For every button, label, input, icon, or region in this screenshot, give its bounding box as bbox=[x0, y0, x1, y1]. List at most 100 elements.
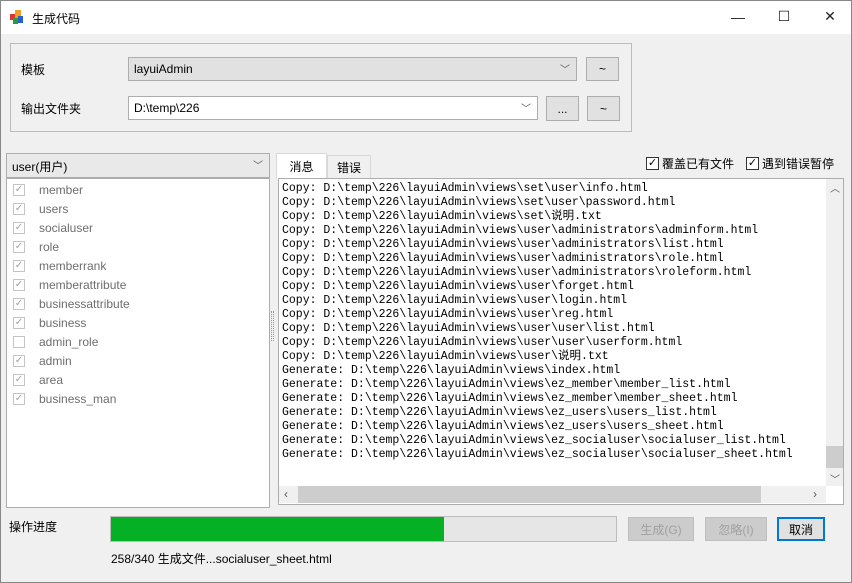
output-extra-button[interactable]: ~ bbox=[587, 96, 620, 121]
vertical-scrollbar[interactable]: ︿ ﹀ bbox=[826, 179, 843, 486]
window-title: 生成代码 bbox=[32, 12, 81, 26]
log-line: Copy: D:\temp\226\layuiAdmin\views\user\… bbox=[282, 280, 634, 293]
app-icon bbox=[10, 10, 23, 24]
table-name: admin bbox=[39, 353, 72, 368]
checkbox[interactable]: ✓ bbox=[13, 278, 25, 291]
message-log[interactable]: ︿ ﹀ ‹ › Copy: D:\temp\226\layuiAdmin\vie… bbox=[278, 178, 844, 505]
output-folder-combo[interactable]: D:\temp\226 ﹀ bbox=[128, 96, 538, 120]
table-group-combo[interactable]: user(用户) ﹀ bbox=[6, 153, 270, 178]
tab-errors[interactable]: 错误 bbox=[327, 155, 371, 178]
table-name: memberattribute bbox=[39, 277, 127, 292]
log-line: Copy: D:\temp\226\layuiAdmin\views\user\… bbox=[282, 252, 724, 265]
pause-on-error-label: 遇到错误暂停 bbox=[762, 157, 835, 171]
checkbox[interactable]: ✓ bbox=[13, 297, 25, 310]
template-label: 模板 bbox=[21, 63, 46, 77]
log-line: Copy: D:\temp\226\layuiAdmin\views\user\… bbox=[282, 294, 628, 307]
template-value: layuiAdmin bbox=[134, 62, 193, 76]
table-checklist[interactable]: ✓ member ✓ users ✓ socialuser ✓ role ✓ memberrank… bbox=[6, 178, 270, 508]
table-name: business_man bbox=[39, 391, 117, 406]
log-line: Copy: D:\temp\226\layuiAdmin\views\set\u… bbox=[282, 182, 648, 195]
template-combo[interactable]: layuiAdmin ﹀ bbox=[128, 57, 577, 81]
table-item[interactable]: ✓ area bbox=[13, 370, 63, 389]
table-item[interactable]: ✓ memberrank bbox=[13, 256, 106, 275]
pause-on-error-checkbox[interactable]: ✓ 遇到错误暂停 bbox=[746, 155, 834, 172]
checkbox[interactable]: ✓ bbox=[13, 354, 25, 367]
table-item[interactable]: ✓ socialuser bbox=[13, 218, 93, 237]
checkbox[interactable]: ✓ bbox=[13, 392, 25, 405]
log-line: Copy: D:\temp\226\layuiAdmin\views\set\u… bbox=[282, 196, 676, 209]
check-icon: ✓ bbox=[646, 157, 659, 170]
table-item[interactable]: ✓ memberattribute bbox=[13, 275, 126, 294]
cancel-button[interactable]: 取消 bbox=[777, 517, 825, 541]
progress-status: 258/340 生成文件...socialuser_sheet.html bbox=[111, 552, 332, 566]
log-line: Generate: D:\temp\226\layuiAdmin\views\e… bbox=[282, 378, 731, 391]
horizontal-scrollbar[interactable]: ‹ › bbox=[279, 486, 826, 503]
checkbox[interactable]: ✓ bbox=[13, 221, 25, 234]
scroll-up-icon[interactable]: ︿ bbox=[830, 180, 840, 195]
table-item[interactable]: ✓ role bbox=[13, 237, 59, 256]
log-line: Copy: D:\temp\226\layuiAdmin\views\user\… bbox=[282, 238, 724, 251]
checkbox[interactable]: ✓ bbox=[13, 202, 25, 215]
splitter-handle[interactable] bbox=[271, 311, 274, 341]
log-line: Generate: D:\temp\226\layuiAdmin\views\e… bbox=[282, 434, 786, 447]
table-name: socialuser bbox=[39, 220, 94, 235]
scroll-down-icon[interactable]: ﹀ bbox=[830, 471, 840, 486]
scroll-left-icon[interactable]: ‹ bbox=[284, 487, 288, 501]
output-folder-label: 输出文件夹 bbox=[21, 102, 82, 116]
tab-messages[interactable]: 消息 bbox=[276, 153, 327, 179]
log-line: Copy: D:\temp\226\layuiAdmin\views\user\… bbox=[282, 308, 614, 321]
overwrite-label: 覆盖已有文件 bbox=[662, 157, 735, 171]
table-group-value: user(用户) bbox=[12, 160, 68, 174]
scroll-right-icon[interactable]: › bbox=[813, 487, 817, 501]
table-item[interactable]: ✓ business bbox=[13, 313, 86, 332]
log-line: Generate: D:\temp\226\layuiAdmin\views\e… bbox=[282, 448, 793, 461]
log-line: Copy: D:\temp\226\layuiAdmin\views\user\… bbox=[282, 224, 759, 237]
table-name: admin_role bbox=[39, 334, 99, 349]
output-folder-value: D:\temp\226 bbox=[134, 101, 200, 115]
template-extra-button[interactable]: ~ bbox=[586, 57, 619, 81]
checkbox[interactable]: ✓ bbox=[13, 259, 25, 272]
table-name: role bbox=[39, 239, 60, 254]
minimize-button[interactable]: — bbox=[715, 1, 761, 32]
checkbox[interactable]: ✓ bbox=[13, 183, 25, 196]
table-item[interactable]: admin_role bbox=[13, 332, 98, 351]
log-line: Generate: D:\temp\226\layuiAdmin\views\i… bbox=[282, 364, 621, 377]
table-name: memberrank bbox=[39, 258, 107, 273]
table-item[interactable]: ✓ users bbox=[13, 199, 68, 218]
generate-button[interactable]: 生成(G) bbox=[628, 517, 694, 541]
progress-label: 操作进度 bbox=[9, 520, 58, 534]
table-name: business bbox=[39, 315, 87, 330]
table-item[interactable]: ✓ admin bbox=[13, 351, 72, 370]
table-item[interactable]: ✓ member bbox=[13, 180, 83, 199]
table-item[interactable]: ✓ businessattribute bbox=[13, 294, 130, 313]
log-line: Copy: D:\temp\226\layuiAdmin\views\user\… bbox=[282, 336, 683, 349]
table-name: users bbox=[39, 201, 69, 216]
log-line: Generate: D:\temp\226\layuiAdmin\views\e… bbox=[282, 406, 717, 419]
log-line: Copy: D:\temp\226\layuiAdmin\views\user\… bbox=[282, 266, 752, 279]
maximize-button[interactable]: ☐ bbox=[761, 1, 807, 32]
log-line: Copy: D:\temp\226\layuiAdmin\views\user\… bbox=[282, 350, 609, 363]
horizontal-scroll-thumb[interactable] bbox=[298, 486, 761, 503]
table-item[interactable]: ✓ business_man bbox=[13, 389, 116, 408]
progress-bar bbox=[110, 516, 617, 542]
log-line: Generate: D:\temp\226\layuiAdmin\views\e… bbox=[282, 392, 738, 405]
chevron-down-icon: ﹀ bbox=[253, 161, 263, 172]
checkbox[interactable]: ✓ bbox=[13, 373, 25, 386]
overwrite-checkbox[interactable]: ✓ 覆盖已有文件 bbox=[646, 155, 734, 172]
table-name: area bbox=[39, 372, 64, 387]
table-name: businessattribute bbox=[39, 296, 130, 311]
close-button[interactable]: ✕ bbox=[807, 1, 852, 32]
vertical-scroll-thumb[interactable] bbox=[826, 446, 843, 468]
chevron-down-icon: ﹀ bbox=[521, 104, 531, 115]
browse-button[interactable]: ... bbox=[546, 96, 579, 121]
checkbox[interactable]: ✓ bbox=[13, 316, 25, 329]
chevron-down-icon: ﹀ bbox=[560, 65, 570, 76]
table-name: member bbox=[39, 182, 84, 197]
log-line: Copy: D:\temp\226\layuiAdmin\views\set\说… bbox=[282, 210, 602, 223]
log-line: Generate: D:\temp\226\layuiAdmin\views\e… bbox=[282, 420, 724, 433]
ignore-button[interactable]: 忽略(I) bbox=[705, 517, 767, 541]
progress-fill bbox=[111, 517, 445, 541]
checkbox[interactable]: ✓ bbox=[13, 240, 25, 253]
checkbox[interactable] bbox=[13, 335, 25, 348]
check-icon: ✓ bbox=[746, 157, 759, 170]
